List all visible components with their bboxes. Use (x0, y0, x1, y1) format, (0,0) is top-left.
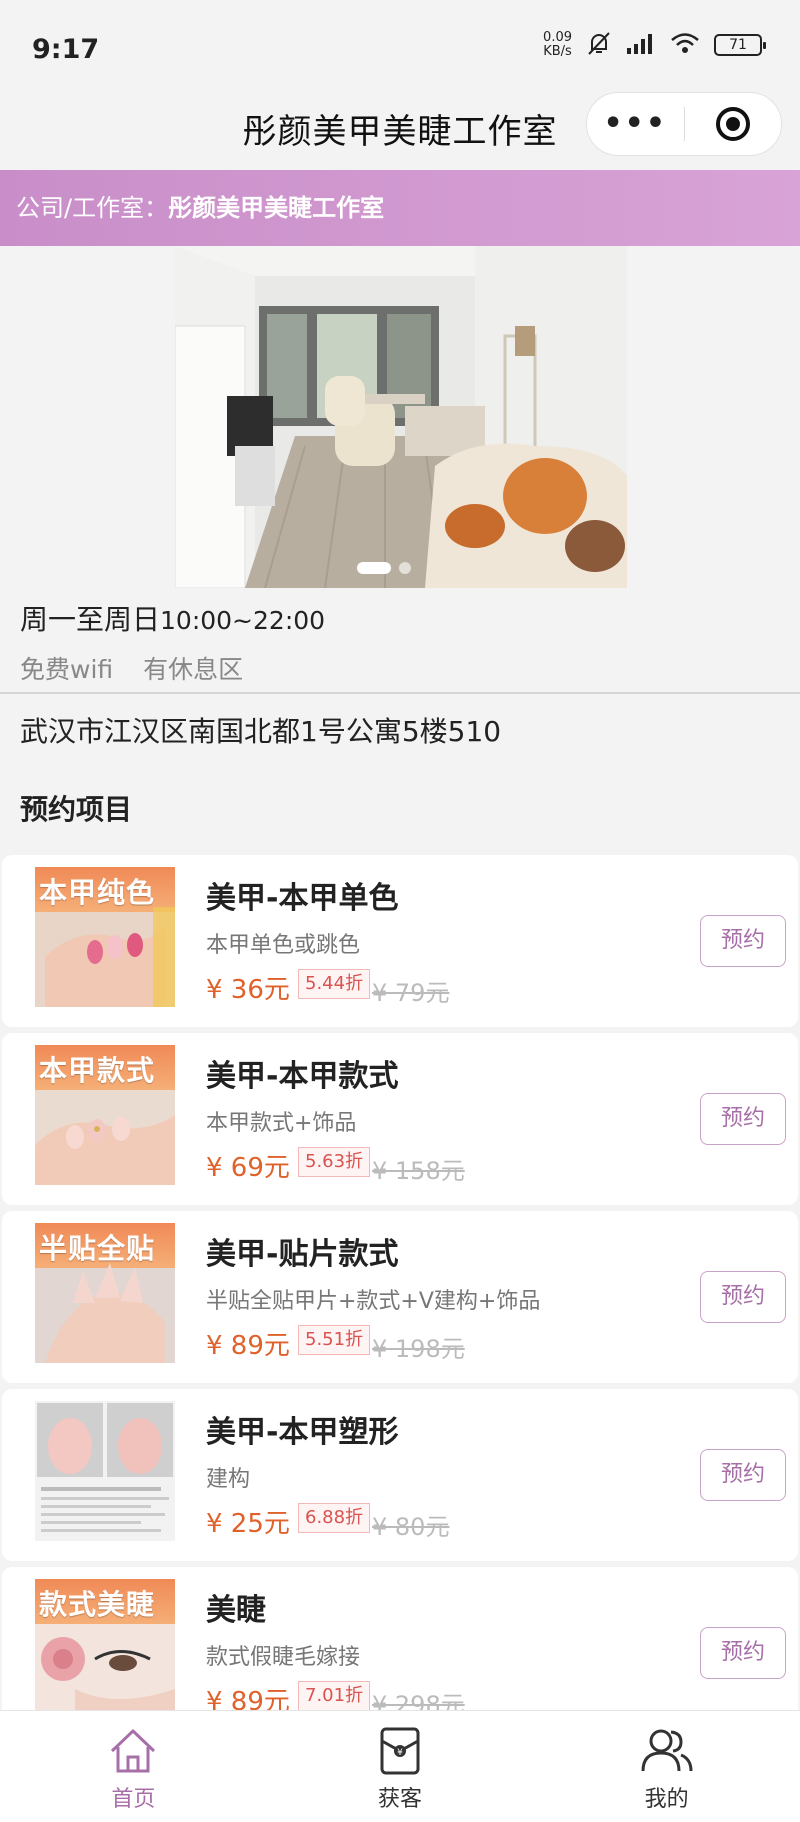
original-price: ¥ 198元 (372, 1335, 465, 1363)
service-description: 建构 (206, 1467, 251, 1492)
original-price: ¥ 158元 (372, 1157, 465, 1185)
service-thumbnail (35, 1401, 175, 1541)
opening-hours: 周一至周日10:00~22:00 (20, 598, 325, 638)
service-name: 美甲-本甲款式 (206, 1059, 399, 1094)
carousel-dot-active (357, 562, 391, 574)
discount-badge: 6.88折 (298, 1503, 371, 1533)
service-name: 美甲-本甲单色 (206, 881, 399, 916)
carousel-indicator (357, 562, 411, 574)
thumbnail-caption: 本甲款式 (39, 1054, 156, 1087)
status-bar: 9:17 0.09 KB/s 71 (0, 0, 800, 90)
nav-bar: 彤颜美甲美睫工作室 ••• (0, 90, 800, 170)
target-icon (715, 107, 750, 141)
service-card[interactable]: 本甲纯色 美甲-本甲单色 本甲单色或跳色 ¥ 36元 5.44折 ¥ 79元 预… (2, 855, 798, 1027)
facility-tags: 免费wifi 有休息区 (20, 650, 243, 686)
discount-badge: 5.44折 (298, 969, 371, 999)
service-description: 本甲单色或跳色 (206, 933, 361, 958)
shop-address[interactable]: 武汉市江汉区南国北都1号公寓5楼510 (20, 710, 501, 750)
service-name: 美甲-贴片款式 (206, 1237, 399, 1272)
more-button[interactable]: ••• (587, 109, 684, 139)
discount-badge: 7.01折 (298, 1681, 371, 1711)
original-price: ¥ 79元 (372, 979, 450, 1007)
service-description: 款式假睫毛嫁接 (206, 1645, 361, 1670)
facility-rest-area: 有休息区 (143, 655, 244, 684)
service-thumbnail: 本甲纯色 (35, 867, 175, 1007)
battery-icon: 71 (714, 34, 766, 56)
signal-icon (626, 32, 656, 58)
mute-bell-icon (586, 30, 612, 60)
company-banner: 公司/工作室：彤颜美甲美睫工作室 (0, 170, 800, 246)
tab-bar: 首页 ¥ 获客 我的 (0, 1710, 800, 1822)
carousel-dot (399, 562, 411, 574)
tab-label: 获客 (378, 1787, 423, 1812)
book-button[interactable]: 预约 (700, 1449, 786, 1501)
thumbnail-caption: 本甲纯色 (39, 876, 156, 909)
service-price: ¥ 36元 (206, 975, 290, 1005)
thumbnail-caption: 款式美睫 (39, 1588, 156, 1621)
service-card[interactable]: 半贴全贴 美甲-贴片款式 半贴全贴甲片+款式+V建构+饰品 ¥ 89元 5.51… (2, 1211, 798, 1383)
discount-badge: 5.63折 (298, 1147, 371, 1177)
wifi-icon (670, 32, 700, 58)
service-thumbnail: 款式美睫 (35, 1579, 175, 1719)
tab-me[interactable]: 我的 (533, 1711, 800, 1822)
svg-text:¥: ¥ (397, 1748, 403, 1758)
tab-home[interactable]: 首页 (0, 1711, 267, 1822)
shop-photo (175, 246, 627, 588)
users-icon (641, 1729, 693, 1772)
close-button[interactable] (685, 106, 782, 142)
service-description: 半贴全贴甲片+款式+V建构+饰品 (206, 1289, 541, 1314)
wallet-icon: ¥ (380, 1727, 420, 1775)
service-price: ¥ 89元 (206, 1331, 290, 1361)
shop-photo-carousel[interactable] (0, 246, 800, 588)
service-card[interactable]: 美甲-本甲塑形 建构 ¥ 25元 6.88折 ¥ 80元 预约 (2, 1389, 798, 1561)
company-label: 公司/工作室： (16, 194, 169, 222)
status-icons: 0.09 KB/s 71 (543, 30, 766, 60)
service-name: 美甲-本甲塑形 (206, 1415, 399, 1450)
service-thumbnail: 本甲款式 (35, 1045, 175, 1185)
discount-badge: 5.51折 (298, 1325, 371, 1355)
thumbnail-caption: 半贴全贴 (39, 1232, 156, 1265)
service-card[interactable]: 本甲款式 美甲-本甲款式 本甲款式+饰品 ¥ 69元 5.63折 ¥ 158元 … (2, 1033, 798, 1205)
service-price: ¥ 25元 (206, 1509, 290, 1539)
book-button[interactable]: 预约 (700, 1271, 786, 1323)
book-button[interactable]: 预约 (700, 915, 786, 967)
company-name: 彤颜美甲美睫工作室 (168, 194, 385, 222)
tab-label: 我的 (644, 1787, 689, 1812)
miniprogram-capsule: ••• (586, 92, 782, 156)
home-icon (111, 1729, 156, 1773)
service-thumbnail: 半贴全贴 (35, 1223, 175, 1363)
book-button[interactable]: 预约 (700, 1093, 786, 1145)
service-name: 美睫 (206, 1593, 266, 1628)
book-button[interactable]: 预约 (700, 1627, 786, 1679)
tab-customers[interactable]: ¥ 获客 (267, 1711, 534, 1822)
status-time: 9:17 (32, 34, 100, 65)
tab-label: 首页 (111, 1787, 156, 1812)
hours-days: 周一至周日 (20, 603, 161, 636)
hours-time: 10:00~22:00 (160, 606, 326, 635)
original-price: ¥ 80元 (372, 1513, 450, 1541)
section-title: 预约项目 (20, 793, 133, 826)
service-description: 本甲款式+饰品 (206, 1111, 357, 1136)
service-price: ¥ 69元 (206, 1153, 290, 1183)
network-speed: 0.09 KB/s (543, 30, 572, 59)
divider (0, 692, 800, 694)
facility-wifi: 免费wifi (20, 655, 114, 684)
